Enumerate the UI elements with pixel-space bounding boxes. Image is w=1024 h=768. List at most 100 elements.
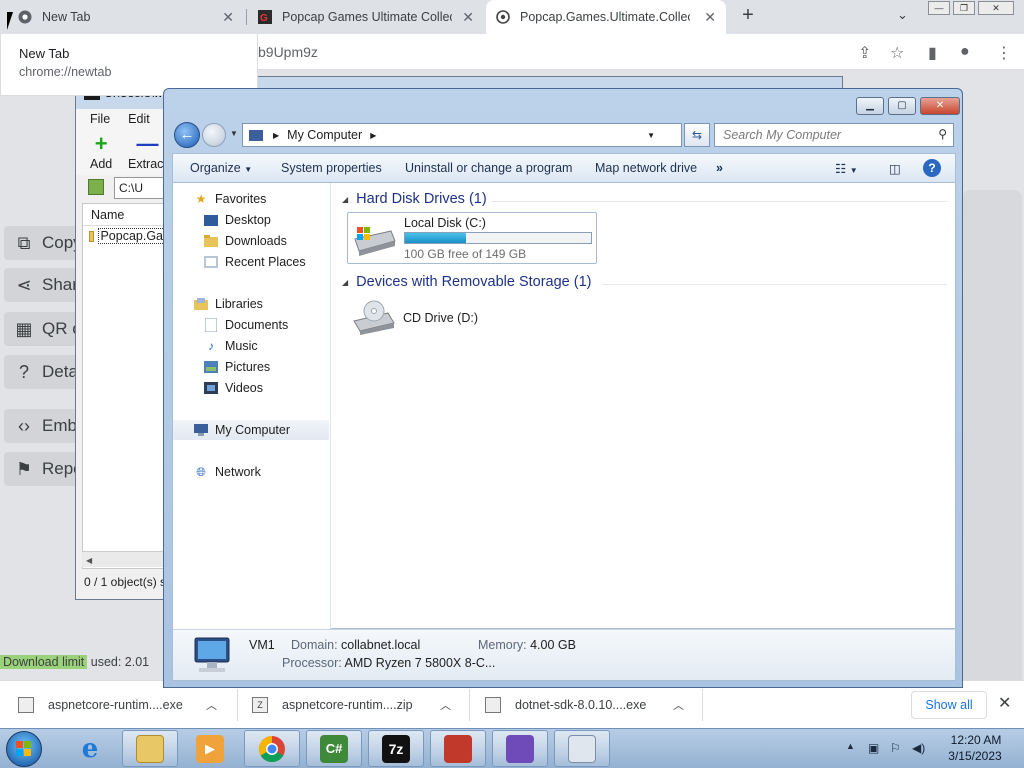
tab-new-tab[interactable]: New Tab ✕ — [8, 0, 244, 34]
profile-icon[interactable]: ● — [960, 43, 970, 61]
chevron-up-icon[interactable]: ︿ — [440, 697, 451, 713]
explorer-window[interactable]: ▁ ▢ ✕ ← ▼ ▶ My Computer ▶ ▼ ⇆ Search My … — [163, 88, 963, 688]
taskbar-explorer[interactable] — [122, 730, 178, 767]
star-icon[interactable]: ☆ — [890, 43, 904, 63]
drive-cd-d[interactable]: CD Drive (D:) — [347, 295, 597, 347]
start-button[interactable] — [6, 731, 42, 767]
nav-downloads[interactable]: Downloads — [173, 231, 329, 251]
uninstall-program-button[interactable]: Uninstall or change a program — [405, 161, 572, 175]
share-icon[interactable]: ⇪ — [858, 43, 871, 63]
chevron-down-icon[interactable]: ⌄ — [897, 7, 908, 23]
documents-icon — [203, 318, 219, 332]
collapse-arrow-icon[interactable]: ◢ — [342, 278, 348, 287]
clock-time[interactable]: 12:20 AM — [946, 733, 1006, 747]
preview-pane-icon[interactable]: ◫ — [889, 161, 901, 176]
cd-drive-icon — [353, 300, 395, 335]
url-text[interactable]: b9Upm9z — [258, 44, 318, 60]
menu-edit[interactable]: Edit — [128, 112, 150, 126]
chevron-up-icon[interactable]: ︿ — [206, 697, 217, 713]
group-header-removable[interactable]: ◢ Devices with Removable Storage (1) — [342, 274, 591, 290]
nav-favorites[interactable]: ★ Favorites — [173, 189, 329, 209]
menu-kebab-icon[interactable]: ⋮ — [996, 43, 1012, 63]
address-dropdown-icon[interactable]: ▼ — [647, 131, 655, 140]
close-tab-icon[interactable]: ✕ — [462, 9, 474, 26]
address-bar[interactable]: ▶ My Computer ▶ ▼ — [242, 123, 682, 147]
nav-videos[interactable]: Videos — [173, 378, 329, 398]
nav-label: Downloads — [225, 234, 287, 248]
domain-label: Domain: — [291, 638, 338, 652]
download-item[interactable]: aspnetcore-runtim....exe ︿ — [18, 681, 238, 729]
more-commands-button[interactable]: » — [716, 161, 723, 175]
close-window-button[interactable]: ✕ — [978, 1, 1014, 15]
close-tab-icon[interactable]: ✕ — [704, 9, 716, 26]
nav-pictures[interactable]: Pictures — [173, 357, 329, 377]
nav-libraries[interactable]: Libraries — [173, 294, 329, 314]
organize-button[interactable]: Organize ▼ — [190, 161, 252, 175]
refresh-button[interactable]: ⇆ — [684, 123, 710, 147]
side-panel-icon[interactable]: ▮ — [928, 43, 937, 63]
map-network-drive-button[interactable]: Map network drive — [595, 161, 697, 175]
nav-desktop[interactable]: Desktop — [173, 210, 329, 230]
show-all-button[interactable]: Show all — [911, 691, 987, 719]
nav-my-computer[interactable]: My Computer — [173, 420, 329, 440]
taskbar-7zip[interactable]: 7z — [368, 730, 424, 767]
breadcrumb-my-computer[interactable]: My Computer — [287, 128, 362, 142]
up-folder-icon[interactable] — [88, 179, 104, 195]
drive-local-disk-c[interactable]: Local Disk (C:) 100 GB free of 149 GB — [347, 212, 597, 264]
memory-info: Memory: 4.00 GB — [478, 638, 576, 652]
download-name: aspnetcore-runtim....zip — [282, 698, 413, 712]
download-item[interactable]: Z aspnetcore-runtim....zip ︿ — [252, 681, 468, 729]
extract-button[interactable]: — Extract — [128, 131, 167, 171]
forward-button[interactable] — [202, 123, 226, 147]
taskbar-keyboard[interactable] — [554, 730, 610, 767]
restore-button[interactable]: ❐ — [953, 1, 975, 15]
taskbar-chrome[interactable] — [244, 730, 300, 767]
volume-icon[interactable]: ◀) — [912, 741, 925, 755]
nav-music[interactable]: ♪ Music — [173, 336, 329, 356]
nav-network[interactable]: 🌐︎ Network — [173, 462, 329, 482]
minimize-button[interactable]: ▁ — [856, 97, 884, 115]
clock-date[interactable]: 3/15/2023 — [940, 749, 1010, 763]
download-item[interactable]: dotnet-sdk-8.0.10....exe ︿ — [485, 681, 701, 729]
horizontal-scrollbar[interactable]: ◀ — [82, 551, 172, 567]
minimize-button[interactable]: — — [928, 1, 950, 15]
view-options-icon[interactable]: ☷ ▼ — [835, 161, 858, 176]
back-button[interactable]: ← — [174, 122, 200, 148]
taskbar-media[interactable]: ▶ — [182, 730, 238, 767]
taskbar-ie[interactable]: e — [62, 730, 118, 767]
close-tab-icon[interactable]: ✕ — [222, 9, 234, 26]
nav-recent-places[interactable]: Recent Places — [173, 252, 329, 272]
action-center-flag-icon[interactable]: ⚐ — [890, 741, 901, 755]
computer-name: VM1 — [249, 638, 275, 652]
star-icon: ★ — [195, 192, 207, 206]
network-tray-icon[interactable]: ▣ — [868, 741, 879, 755]
menu-file[interactable]: File — [90, 112, 110, 126]
taskbar-csharp[interactable]: C# — [306, 730, 362, 767]
tab-popcap-collection[interactable]: G Popcap Games Ultimate Collectio ✕ — [248, 0, 484, 34]
flag-icon: ⚑ — [15, 458, 33, 479]
taskbar-visual-studio[interactable] — [492, 730, 548, 767]
show-hidden-icons[interactable]: ▲ — [846, 741, 855, 751]
new-tab-button[interactable]: + — [738, 4, 758, 27]
close-icon[interactable]: ✕ — [998, 693, 1011, 713]
list-item[interactable]: Popcap.Ga — [83, 226, 171, 246]
column-name[interactable]: Name — [83, 204, 171, 226]
collapse-arrow-icon[interactable]: ◢ — [342, 195, 348, 204]
help-icon[interactable]: ? — [923, 159, 941, 177]
history-dropdown-icon[interactable]: ▼ — [230, 129, 238, 138]
media-player-icon: ▶ — [196, 734, 224, 763]
breadcrumb-arrow-icon[interactable]: ▶ — [370, 131, 376, 140]
chevron-up-icon[interactable]: ︿ — [673, 697, 684, 713]
add-button[interactable]: + Add — [90, 131, 112, 171]
system-properties-button[interactable]: System properties — [281, 161, 382, 175]
recent-places-icon — [203, 256, 219, 269]
maximize-button[interactable]: ▢ — [888, 97, 916, 115]
search-input[interactable]: Search My Computer ⚲ — [714, 123, 954, 147]
nav-documents[interactable]: Documents — [173, 315, 329, 335]
embed-icon: ‹› — [18, 415, 30, 436]
taskbar-toolbox[interactable] — [430, 730, 486, 767]
tab-popcap-download[interactable]: Popcap.Games.Ultimate.Collectio ✕ — [486, 0, 726, 34]
group-header-hdd[interactable]: ◢ Hard Disk Drives (1) — [342, 191, 487, 207]
close-button[interactable]: ✕ — [920, 97, 960, 115]
breadcrumb-arrow-icon[interactable]: ▶ — [273, 131, 279, 140]
